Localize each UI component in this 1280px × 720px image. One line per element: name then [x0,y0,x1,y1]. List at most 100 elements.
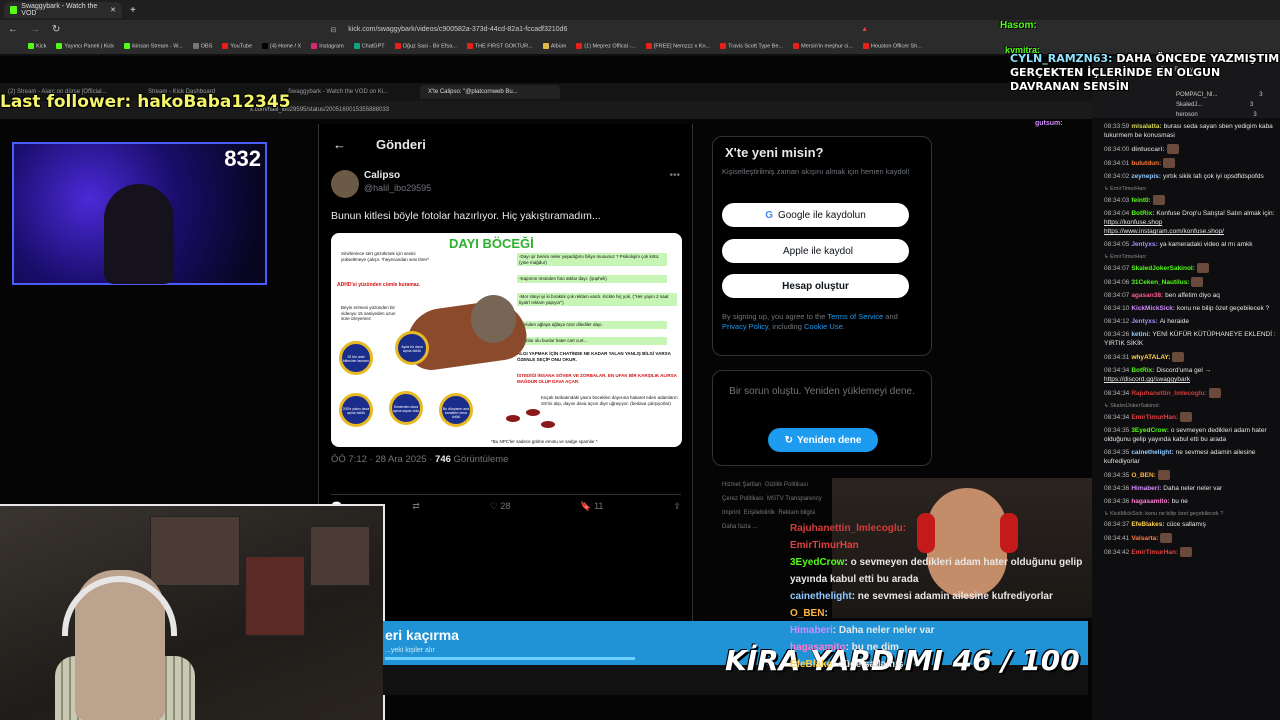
footer-link[interactable]: Erişilebilirlik [744,510,775,516]
chat-timestamp: 08:34:34 [1104,389,1130,397]
chat-reply-context: ↳ SkaledJokerSakinol: [1104,403,1160,409]
bookmark[interactable]: YouTube [222,43,252,50]
chat-username[interactable]: misalatta: [1131,123,1161,130]
close-tab-icon[interactable]: ✕ [110,6,116,14]
inner-tab-active[interactable]: X'te Calipso: "@platcornweb Bu... [420,85,560,99]
url-field[interactable]: kick.com/swaggybark/videos/c900582a-373d… [348,26,567,33]
chat-username[interactable]: EmirTimurHan: [1131,549,1178,556]
footer-link[interactable]: MSTV Transparency [767,496,822,502]
meme-text: -Kapımın önünden foto attılar dayı. (şüp… [517,275,667,283]
bookmark[interactable]: Yayıncı Paneli | Kick [56,43,114,50]
overlay-chat-line: Himaberi: Daha neler neler var [790,625,935,636]
bookmark[interactable]: Mersin'in meşhur ci... [793,43,853,50]
meme-text: -Dayı şir benim neler yaşadığımı biliyo … [517,253,667,266]
chat-username[interactable]: Himaberi: [1131,485,1161,492]
terms-link[interactable]: Terms of Service [827,312,883,321]
chat-timestamp: 08:34:35 [1104,471,1130,479]
emote-icon [1163,158,1176,168]
chat-username[interactable]: whyATALAY: [1131,354,1170,361]
chat-panel[interactable]: 08:33:59 misalatta: burası seda sayan sben… [1092,118,1280,720]
footer-link[interactable]: Reklam bilgisi [778,510,815,516]
bookmark[interactable]: Instagram [311,43,344,50]
repost-icon[interactable]: ⇄ [412,501,420,512]
footer-link[interactable]: Daha fazla ... [722,524,757,530]
chat-username[interactable]: O_BEN: [1131,472,1156,479]
chat-link[interactable]: https://konfuse.shop https://www.instagr… [1104,219,1224,235]
browser-tab[interactable]: Swaggybark - Watch the VOD ✕ [4,2,122,18]
new-tab-icon[interactable]: + [130,5,136,16]
forward-icon[interactable]: → [30,24,40,35]
chat-text: YENİ KÜFÜR KÜTÜPHANEYE EKLENDİ : YIRTIK … [1104,331,1276,347]
stream-video[interactable]: (2) Stream - Aiarc on dürse [Official...… [0,56,1092,720]
last-follower-overlay: Last follower: hakoBaba12345 [0,92,291,112]
bookmark[interactable]: ikinsan Stream - W... [124,43,183,50]
bookmark[interactable]: Albüm [542,43,566,50]
inner-tab[interactable]: Swaggybark - Watch the VOD on Ki... [280,89,420,95]
chat-username[interactable]: KickMickSick: [1131,305,1175,312]
chat-message: 08:34:07 agasan38: ben affetim diyo aq [1104,291,1276,300]
chat-username[interactable]: agasan38: [1131,292,1163,299]
chat-username[interactable]: SkaledJokerSakinol: [1131,265,1195,272]
footer-link[interactable]: Hizmet Şartları [722,482,762,488]
bookmark[interactable]: ChatGPT [353,43,385,50]
chat-username[interactable]: ketini: [1131,331,1150,338]
post-author-handle[interactable]: @halil_ibo29595 [364,183,431,193]
chat-link[interactable]: https://discord.gg/swaggybark [1104,376,1190,383]
chat-username[interactable]: EmirTimurHan: [1131,414,1178,421]
bookmark[interactable]: Travis Scott Type Be... [720,43,783,50]
chat-username[interactable]: hagasamito: [1131,498,1169,505]
post-image[interactable]: DAYI BÖCEĞİ Sinirlenince sert gözükmek i… [331,233,682,447]
footer-link[interactable]: Gizlilik Politikası [765,482,808,488]
chat-username[interactable]: dintuccari: [1131,146,1164,153]
meme-text: ADHD'si yüzünden cümle kuramaz. [337,282,421,288]
more-options-icon[interactable]: ••• [669,170,680,181]
chat-username[interactable]: EfeBlakes: [1131,521,1164,528]
footer-link[interactable]: Çerez Politikası [722,496,764,502]
chat-username[interactable]: zeynepis: [1131,173,1161,180]
bookmark[interactable]: Oğuz Sasi - Bir Efsa... [394,43,457,50]
extension-icon[interactable]: ▲ [861,26,868,33]
overlay-username: Hasom: [1000,20,1037,31]
back-arrow-icon[interactable]: ← [333,137,346,152]
bookmark[interactable]: (1) Meprez Offical -... [576,43,636,50]
bookmark[interactable]: [FREE] Nemzzz x Kn... [645,43,710,50]
bookmark[interactable]: Houston Officer Sh... [862,43,922,50]
site-info-icon[interactable]: ⊟ [330,26,336,34]
chat-username[interactable]: 3EyedCrow: [1131,427,1169,434]
bookmark[interactable]: (4) Home / X [262,43,301,50]
meme-text: Sinirlenince sert gözükmek için sesini y… [341,251,430,262]
create-account-button[interactable]: Hesap oluştur [722,274,909,298]
banner-progress [385,657,635,660]
retry-button[interactable]: ↻ Yeniden dene [768,428,878,452]
chat-username[interactable]: BotRix: [1131,367,1154,374]
cookie-link[interactable]: Cookie Use [804,322,843,331]
post-author-name[interactable]: Calipso [364,170,400,181]
chat-username[interactable]: Valsarta: [1131,535,1158,542]
chat-username[interactable]: 31Ceken_Nautilus: [1131,279,1189,286]
like-button[interactable]: ♡ 28 [490,501,511,512]
bookmark[interactable]: OBS [192,43,212,50]
avatar[interactable] [331,170,359,198]
back-icon[interactable]: ← [8,24,18,35]
bookmark[interactable]: Kick [28,43,46,50]
chat-username[interactable]: Jentyxs: [1131,318,1157,325]
chat-username[interactable]: Rajuhanettin_lmlecoglu: [1131,390,1206,397]
share-icon[interactable]: ⇪ [673,501,681,512]
bookmark-button[interactable]: 🔖 11 [580,501,603,512]
chat-username[interactable]: cainethelight: [1131,449,1173,456]
privacy-link[interactable]: Privacy Policy [722,322,768,331]
apple-signup-button[interactable]: Apple ile kaydol [722,239,909,263]
google-signup-button[interactable]: G Google ile kaydolun [722,203,909,227]
bookmark[interactable]: THE FIRST GOKTUR... [466,43,533,50]
chat-username[interactable]: Jentyxs: [1131,241,1157,248]
meme-title: DAYI BÖCEĞİ [449,236,534,251]
footer-link[interactable]: Imprint [722,510,740,516]
chat-username[interactable]: feint0: [1131,197,1151,204]
chat-username[interactable]: bulutdun: [1131,160,1161,167]
face-drawing [471,295,516,343]
chat-timestamp: 08:34:06 [1104,278,1130,286]
chat-timestamp: 08:34:31 [1104,353,1130,361]
chat-username[interactable]: BotRix: [1131,210,1154,217]
reload-icon[interactable]: ↻ [52,24,60,35]
chat-timestamp: 08:34:35 [1104,449,1130,456]
